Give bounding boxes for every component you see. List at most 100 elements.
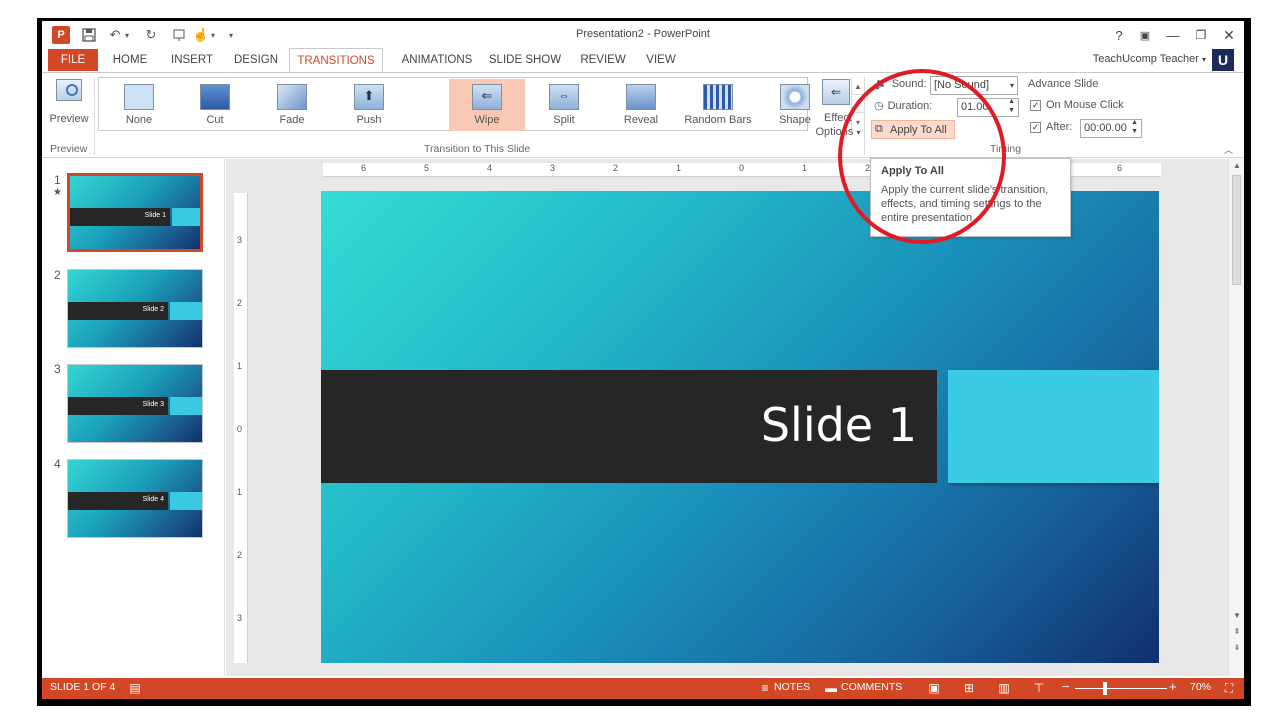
minimize-icon[interactable]: —	[1164, 26, 1182, 44]
ribbon: Preview Preview None Cut Fade ⬆ Push ⇐ Wip…	[42, 72, 1244, 158]
slideshow-view-icon[interactable]: ⊤	[1032, 681, 1046, 695]
notes-button[interactable]: NOTES	[774, 681, 810, 693]
user-account[interactable]: TeachUcomp Teacher ▾	[1093, 53, 1206, 65]
reveal-transition-icon	[626, 84, 656, 110]
help-icon[interactable]: ?	[1110, 26, 1128, 44]
normal-view-icon[interactable]: ▣	[927, 681, 941, 695]
notes-icon[interactable]: ≡	[758, 681, 772, 695]
comments-icon[interactable]: ▬	[824, 681, 838, 695]
vertical-ruler: 3 2 1 0 1 2 3	[234, 193, 248, 663]
transition-label: None	[125, 114, 153, 126]
transition-wipe[interactable]: ⇐ Wipe	[449, 79, 525, 131]
thumb-title: Slide 3	[142, 401, 164, 408]
on-mouse-click-checkbox[interactable]: ✓ On Mouse Click	[1030, 99, 1124, 111]
transition-split[interactable]: ⇔ Split	[526, 79, 602, 131]
check-icon: ✓	[1030, 121, 1041, 133]
slide-thumbnail[interactable]: Slide 1	[67, 173, 203, 252]
ribbon-display-icon[interactable]: ▣	[1136, 26, 1154, 44]
fade-transition-icon	[277, 84, 307, 110]
thumb-band: Slide 2	[68, 302, 168, 320]
split-transition-icon: ⇔	[549, 84, 579, 110]
vertical-scrollbar[interactable]: ▲ ▼ ⇞ ⇟	[1228, 159, 1244, 676]
ruler-number: 1	[676, 163, 682, 173]
thumb-band: Slide 1	[70, 208, 170, 226]
close-icon[interactable]: ✕	[1220, 26, 1238, 44]
spelling-icon[interactable]: ▤	[128, 681, 142, 695]
collapse-ribbon-icon[interactable]: ︿	[1224, 143, 1233, 156]
transition-label: Cut	[206, 114, 224, 126]
slide-sorter-icon[interactable]: ⊞	[962, 681, 976, 695]
tab-view[interactable]: VIEW	[640, 48, 682, 72]
powerpoint-window: P ↶ ▾ ↻ ☝ ▾ ▾ Presentation2 - PowerPoint…	[42, 21, 1244, 699]
ruler-number: 1	[237, 487, 243, 497]
slide-number: 3	[54, 362, 61, 376]
transition-label: Wipe	[474, 114, 500, 126]
transition-label: Push	[356, 114, 382, 126]
ruler-number: 2	[237, 550, 243, 560]
slide-number: 1	[54, 173, 61, 187]
slide-thumbnail[interactable]: Slide 4	[67, 459, 203, 538]
zoom-level[interactable]: 70%	[1190, 681, 1211, 693]
tab-insert[interactable]: INSERT	[164, 48, 220, 72]
after-input[interactable]: 00:00.00 ▲ ▼	[1080, 119, 1142, 138]
tab-home[interactable]: HOME	[104, 48, 156, 72]
shape-transition-icon	[780, 84, 810, 110]
tab-slide-show[interactable]: SLIDE SHOW	[488, 48, 562, 72]
slide-editor: 6 5 4 3 2 1 0 1 2 3 4 5 6 3 2 1 0 1 2 3 …	[226, 159, 1228, 676]
scroll-down-icon[interactable]: ▼	[1229, 609, 1244, 623]
group-separator	[94, 77, 95, 155]
slide-canvas[interactable]: Slide 1	[321, 191, 1159, 663]
zoom-out-icon[interactable]: −	[1062, 679, 1070, 694]
reading-view-icon[interactable]: ▥	[997, 681, 1011, 695]
transition-fade[interactable]: Fade	[254, 79, 330, 131]
tab-design[interactable]: DESIGN	[228, 48, 284, 72]
tab-transitions[interactable]: TRANSITIONS	[289, 48, 383, 73]
transition-none[interactable]: None	[101, 79, 177, 131]
ribbon-tabs: FILE HOME INSERT DESIGN TRANSITIONS ANIM…	[42, 48, 1244, 73]
window-title: Presentation2 - PowerPoint	[576, 28, 710, 40]
zoom-in-icon[interactable]: +	[1169, 679, 1177, 694]
thumb-block	[172, 208, 200, 226]
restore-icon[interactable]: ❐	[1192, 26, 1210, 44]
transition-cut[interactable]: Cut	[177, 79, 253, 131]
slide-title[interactable]: Slide 1	[761, 398, 917, 452]
fit-to-window-icon[interactable]: ⛶	[1222, 681, 1236, 695]
slide-number: 4	[54, 457, 61, 471]
chevron-down-icon: ▾	[1009, 81, 1014, 90]
ruler-number: 2	[613, 163, 619, 173]
transition-reveal[interactable]: Reveal	[603, 79, 679, 131]
slide-thumbnail[interactable]: Slide 2	[67, 269, 203, 348]
thumb-block	[170, 397, 202, 415]
effect-options-icon: ⇐	[822, 79, 850, 105]
tab-file[interactable]: FILE	[48, 49, 98, 71]
zoom-slider-knob[interactable]	[1103, 682, 1107, 695]
ruler-number: 3	[237, 613, 243, 623]
thumb-title: Slide 2	[142, 306, 164, 313]
user-avatar[interactable]: U	[1212, 49, 1234, 71]
transition-push[interactable]: ⬆ Push	[331, 79, 407, 131]
transition-label: Reveal	[623, 114, 659, 126]
random-bars-transition-icon	[703, 84, 733, 110]
slide-count: SLIDE 1 OF 4	[50, 681, 116, 693]
ruler-number: 1	[237, 361, 243, 371]
spinner-icon[interactable]: ▲ ▼	[1131, 118, 1138, 136]
next-slide-icon[interactable]: ⇟	[1229, 641, 1244, 655]
previous-slide-icon[interactable]: ⇞	[1229, 625, 1244, 639]
after-checkbox[interactable]: ✓ After:	[1030, 121, 1072, 133]
tab-review[interactable]: REVIEW	[572, 48, 634, 72]
spinner-icon[interactable]: ▲ ▼	[1008, 97, 1015, 115]
comments-button[interactable]: COMMENTS	[841, 681, 902, 693]
slide-thumbnails-pane: 1 ★ Slide 1 2 Slide 2 3 Slide 3 4 Slide …	[42, 159, 225, 676]
preview-label: Preview	[49, 113, 89, 125]
slide-thumbnail[interactable]: Slide 3	[67, 364, 203, 443]
transition-label: Split	[553, 114, 575, 126]
scroll-up-icon[interactable]: ▲	[1229, 159, 1244, 173]
status-bar: SLIDE 1 OF 4 ▤ ≡ NOTES ▬ COMMENTS ▣ ⊞ ▥ …	[42, 678, 1244, 699]
scrollbar-thumb[interactable]	[1232, 175, 1241, 285]
preview-icon	[56, 79, 82, 101]
preview-button[interactable]: Preview	[48, 77, 90, 129]
transition-random-bars[interactable]: Random Bars	[680, 79, 756, 131]
zoom-slider[interactable]	[1075, 688, 1167, 689]
tab-animations[interactable]: ANIMATIONS	[390, 48, 484, 72]
ruler-number: 3	[550, 163, 556, 173]
